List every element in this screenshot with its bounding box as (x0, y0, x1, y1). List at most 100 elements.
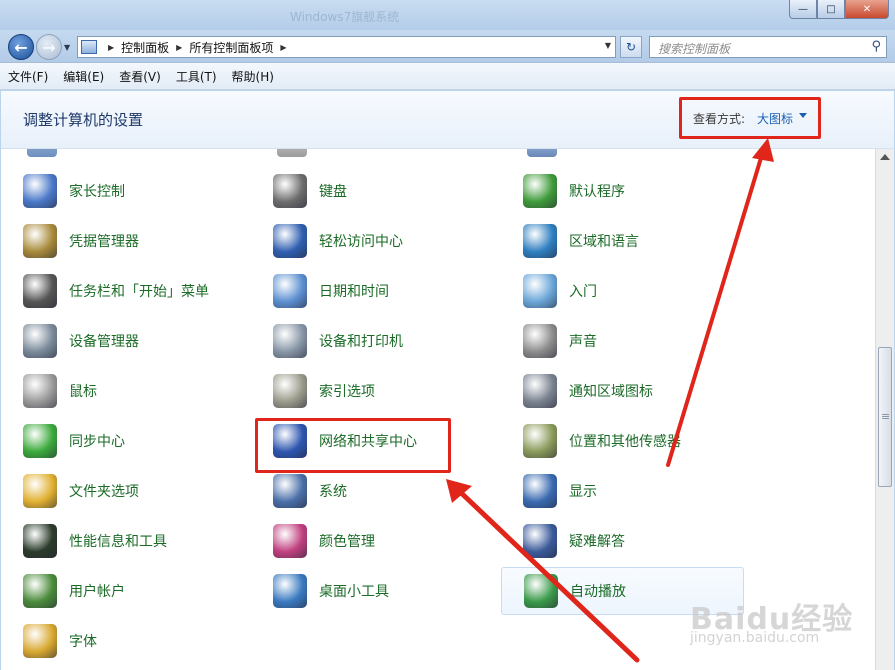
control-panel-item-label: 设备管理器 (69, 334, 139, 350)
control-panel-item[interactable]: 疑难解答 (501, 517, 744, 565)
address-bar[interactable]: ▶ 控制面板 ▶ 所有控制面板项 ▶ ▼ (77, 36, 616, 58)
control-panel-item[interactable]: 键盘 (251, 167, 494, 215)
control-panel-item[interactable]: 颜色管理 (251, 517, 494, 565)
system-icon (273, 474, 307, 508)
control-panel-item[interactable]: 设备和打印机 (251, 317, 494, 365)
search-icon[interactable]: ⚲ (871, 39, 881, 54)
region-language-icon (523, 224, 557, 258)
scroll-thumb[interactable] (878, 347, 892, 487)
control-panel-item[interactable]: 索引选项 (251, 367, 494, 415)
control-panel-item[interactable]: 显示 (501, 467, 744, 515)
menu-tools[interactable]: 工具(T) (176, 66, 217, 87)
control-panel-items: 家长控制 键盘 默认程序凭据管理器 轻松访问中心 区域和语言任务栏和「开始」菜单 日期和时… (1, 149, 875, 670)
control-panel-item-label: 日期和时间 (319, 284, 389, 300)
fonts-icon (23, 624, 57, 658)
minimize-button[interactable]: — (789, 0, 817, 19)
annotation-box-view (679, 97, 821, 139)
control-panel-item[interactable]: 用户帐户 (1, 567, 244, 615)
breadcrumb-separator-icon[interactable]: ▶ (280, 43, 286, 52)
scroll-up-icon[interactable] (880, 154, 890, 160)
color-management-icon (273, 524, 307, 558)
search-input[interactable]: 搜索控制面板 ⚲ (649, 36, 887, 58)
control-panel-item-label: 设备和打印机 (319, 334, 403, 350)
control-panel-item[interactable]: 设备管理器 (1, 317, 244, 365)
control-panel-item-label: 通知区域图标 (569, 384, 653, 400)
control-panel-item[interactable]: 默认程序 (501, 167, 744, 215)
notification-area-icon (523, 374, 557, 408)
display-icon (523, 474, 557, 508)
annotation-box-network (255, 418, 451, 473)
close-button[interactable]: ✕ (845, 0, 889, 19)
control-panel-item-label: 索引选项 (319, 384, 375, 400)
control-panel-item[interactable]: 声音 (501, 317, 744, 365)
control-panel-item-label: 轻松访问中心 (319, 234, 403, 250)
control-panel-item-label: 系统 (319, 484, 347, 500)
window-title: Windows7旗舰系统 (290, 10, 400, 24)
control-panel-item[interactable]: 系统 (251, 467, 494, 515)
control-panel-item-label: 自动播放 (570, 584, 626, 600)
folder-options-icon (23, 474, 57, 508)
partial-item-icon (527, 149, 557, 157)
forward-button[interactable]: → (36, 34, 62, 60)
control-panel-item[interactable]: 桌面小工具 (251, 567, 494, 615)
vertical-scrollbar[interactable] (875, 149, 894, 670)
grip-icon (882, 414, 889, 415)
control-panel-item-label: 疑难解答 (569, 534, 625, 550)
breadcrumb-control-panel[interactable]: 控制面板 (121, 39, 169, 56)
maximize-button[interactable]: □ (817, 0, 845, 19)
control-panel-item[interactable]: 家长控制 (1, 167, 244, 215)
control-panel-item[interactable]: 鼠标 (1, 367, 244, 415)
credential-manager-icon (23, 224, 57, 258)
control-panel-item-label: 位置和其他传感器 (569, 434, 681, 450)
control-panel-item-label: 任务栏和「开始」菜单 (69, 284, 209, 300)
sync-center-icon (23, 424, 57, 458)
control-panel-item[interactable]: 入门 (501, 267, 744, 315)
taskbar-icon (23, 274, 57, 308)
control-panel-item[interactable]: 位置和其他传感器 (501, 417, 744, 465)
recent-pages-dropdown[interactable]: ▼ (64, 43, 70, 52)
address-dropdown-icon[interactable]: ▼ (605, 41, 611, 50)
control-panel-item[interactable]: 任务栏和「开始」菜单 (1, 267, 244, 315)
control-panel-item[interactable]: 同步中心 (1, 417, 244, 465)
default-programs-icon (523, 174, 557, 208)
control-panel-item[interactable]: 通知区域图标 (501, 367, 744, 415)
control-panel-item[interactable]: 轻松访问中心 (251, 217, 494, 265)
date-time-icon (273, 274, 307, 308)
control-panel-item[interactable]: 性能信息和工具 (1, 517, 244, 565)
devices-printers-icon (273, 324, 307, 358)
menu-bar: 文件(F) 编辑(E) 查看(V) 工具(T) 帮助(H) (0, 62, 895, 90)
performance-icon (23, 524, 57, 558)
control-panel-item-label: 桌面小工具 (319, 584, 389, 600)
location-sensors-icon (523, 424, 557, 458)
control-panel-item-label: 文件夹选项 (69, 484, 139, 500)
search-placeholder: 搜索控制面板 (658, 42, 731, 56)
control-panel-item-label: 入门 (569, 284, 597, 300)
desktop-gadgets-icon (273, 574, 307, 608)
menu-help[interactable]: 帮助(H) (232, 66, 274, 87)
control-panel-item-label: 声音 (569, 334, 597, 350)
partial-item-icon (27, 149, 57, 157)
breadcrumb-all-items[interactable]: 所有控制面板项 (189, 39, 273, 56)
control-panel-item-label: 默认程序 (569, 184, 625, 200)
page-title: 调整计算机的设置 (23, 111, 144, 129)
back-button[interactable]: ← (8, 34, 34, 60)
breadcrumb-separator-icon[interactable]: ▶ (108, 43, 114, 52)
control-panel-item[interactable]: 日期和时间 (251, 267, 494, 315)
menu-edit[interactable]: 编辑(E) (63, 66, 104, 87)
control-panel-item[interactable]: 文件夹选项 (1, 467, 244, 515)
control-panel-item-label: 颜色管理 (319, 534, 375, 550)
breadcrumb-separator-icon[interactable]: ▶ (176, 43, 182, 52)
control-panel-item[interactable]: 字体 (1, 617, 244, 665)
menu-view[interactable]: 查看(V) (119, 66, 161, 87)
window-controls: — □ ✕ (789, 0, 889, 19)
autoplay-icon (524, 574, 558, 608)
menu-file[interactable]: 文件(F) (8, 66, 48, 87)
refresh-button[interactable]: ↻ (620, 36, 642, 58)
getting-started-icon (523, 274, 557, 308)
parental-controls-icon (23, 174, 57, 208)
control-panel-item[interactable]: 区域和语言 (501, 217, 744, 265)
control-panel-item-label: 显示 (569, 484, 597, 500)
title-bar: Windows7旗舰系统 — □ ✕ (0, 0, 895, 30)
control-panel-item[interactable]: 凭据管理器 (1, 217, 244, 265)
navigation-bar: ← → ▼ ▶ 控制面板 ▶ 所有控制面板项 ▶ ▼ ↻ 搜索控制面板 ⚲ (0, 30, 895, 62)
